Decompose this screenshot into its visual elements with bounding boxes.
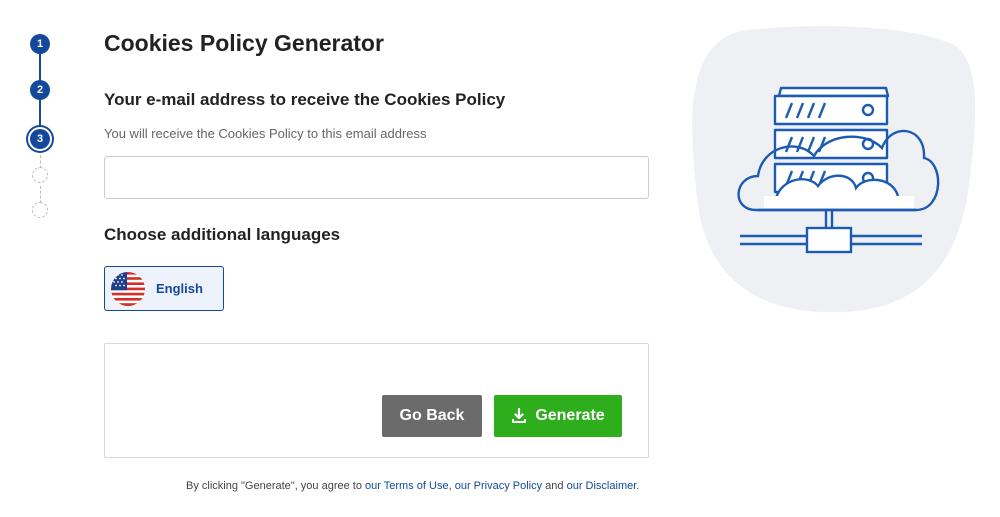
email-section-heading: Your e-mail address to receive the Cooki…	[104, 90, 506, 109]
languages-section-heading: Choose additional languages	[104, 225, 341, 244]
privacy-policy-link[interactable]: our Privacy Policy	[455, 480, 542, 492]
generate-label: Generate	[535, 407, 605, 424]
generate-button[interactable]: Generate	[494, 395, 622, 437]
download-icon	[512, 408, 527, 423]
terms-of-use-link[interactable]: our Terms of Use	[365, 480, 449, 492]
go-back-button[interactable]: Go Back	[382, 395, 482, 437]
progress-stepper: 1 2 3	[24, 30, 58, 230]
step-2[interactable]: 2	[30, 80, 50, 100]
language-label: English	[156, 281, 203, 296]
email-field[interactable]	[104, 156, 649, 199]
email-help-text: You will receive the Cookies Policy to t…	[104, 126, 427, 141]
page-title: Cookies Policy Generator	[104, 30, 384, 56]
step-5	[32, 202, 48, 218]
action-panel: Go Back Generate	[104, 343, 649, 458]
language-option-english[interactable]: English	[104, 266, 224, 311]
disclaimer-link[interactable]: our Disclaimer	[567, 480, 637, 492]
terms-notice: By clicking "Generate", you agree to our…	[186, 480, 640, 492]
step-3[interactable]: 3	[30, 129, 50, 149]
step-4	[32, 167, 48, 183]
go-back-label: Go Back	[399, 407, 465, 424]
step-1[interactable]: 1	[30, 34, 50, 54]
cloud-server-icon	[692, 26, 976, 313]
us-flag-icon	[111, 271, 145, 306]
